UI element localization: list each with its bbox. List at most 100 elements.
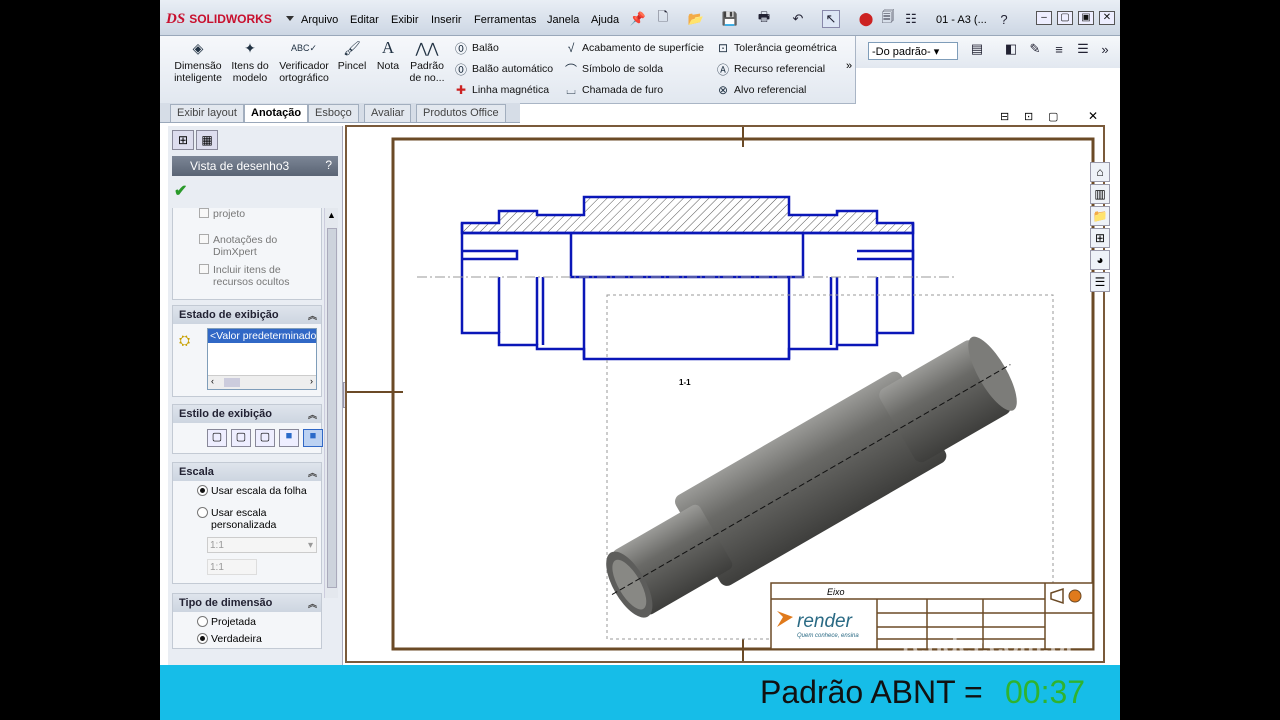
undo-icon[interactable]: ↶ <box>789 10 807 28</box>
shaded-with-edges-icon[interactable]: ■ <box>279 429 299 447</box>
brand-mark: DS <box>166 10 186 27</box>
design-library-icon[interactable]: ▥ <box>1090 184 1110 204</box>
drawing-minimize-icon[interactable]: ⊟ <box>1000 110 1009 123</box>
appearances-icon[interactable]: ◕ <box>1090 250 1110 270</box>
scale-dropdown[interactable]: 1:1 ▾ <box>207 537 317 553</box>
horizontal-scrollbar[interactable]: ‹ › <box>208 375 316 389</box>
hidden-lines-removed-icon[interactable]: ▢ <box>255 429 275 447</box>
file-explorer-icon[interactable]: 📁 <box>1090 206 1110 226</box>
tab-produtos-office[interactable]: Produtos Office <box>416 104 506 122</box>
line-color-icon[interactable]: ✎ <box>1026 40 1044 58</box>
tab-anotacao[interactable]: Anotação <box>244 104 309 122</box>
drawing-close-icon[interactable]: ✕ <box>1088 109 1098 123</box>
drawing-canvas[interactable]: 1-1 Eixo render Quem conhece, ensina <box>347 127 1103 661</box>
help-button[interactable]: ? <box>325 158 332 172</box>
auto-balloon-button[interactable]: ⓪ Balão automático <box>454 61 553 77</box>
hole-callout-button[interactable]: ⌴ Chamada de furo <box>564 82 663 98</box>
custom-properties-icon[interactable]: ☰ <box>1090 272 1110 292</box>
panel-scrollbar[interactable]: ▲ <box>324 208 338 598</box>
drawing-sheet[interactable]: 1-1 Eixo render Quem conhece, ensina <box>345 125 1105 663</box>
model-items-button[interactable]: ✦ Itens do modelo <box>226 40 274 84</box>
collapse-chevron-icon[interactable]: ︽ <box>308 309 317 322</box>
collapse-chevron-icon[interactable]: ︽ <box>308 408 317 421</box>
tab-avaliar[interactable]: Avaliar <box>364 104 412 122</box>
rebuild-icon[interactable]: ⬤ <box>857 10 875 28</box>
minimize-button[interactable]: – <box>1036 11 1052 25</box>
display-state-item[interactable]: <Valor predeterminado <box>208 329 316 343</box>
options-icon[interactable]: ☷ <box>902 10 920 28</box>
smart-dimension-button[interactable]: ◈ Dimensão inteligente <box>170 40 226 84</box>
tab-esboco[interactable]: Esboço <box>308 104 359 122</box>
radio-custom-scale[interactable]: Usar escala personalizada <box>197 507 289 531</box>
radio-projected[interactable]: Projetada <box>197 616 256 628</box>
print-icon[interactable]: 🖶 <box>755 9 773 28</box>
menu-exibir[interactable]: Exibir <box>391 14 419 26</box>
magnetic-line-button[interactable]: ✚ Linha magnética <box>454 82 549 98</box>
menu-ferramentas[interactable]: Ferramentas <box>474 14 536 26</box>
display-state-list[interactable]: <Valor predeterminado ‹ › <box>207 328 317 390</box>
shaded-view-icon[interactable]: ◧ <box>1002 40 1020 58</box>
restore-button[interactable]: ▢ <box>1057 11 1073 25</box>
solidworks-logo[interactable]: DS SOLIDWORKS <box>166 8 294 30</box>
help-icon[interactable]: ? <box>995 10 1013 28</box>
datum-feature-button[interactable]: Ⓐ Recurso referencial <box>716 61 825 77</box>
shaded-icon[interactable]: ■ <box>303 429 323 447</box>
home-icon[interactable]: ⌂ <box>1090 162 1110 182</box>
checkbox-dimxpert-annotations[interactable]: Anotações do DimXpert <box>199 234 287 258</box>
feature-tree-tab-icon[interactable]: ⊞ <box>172 130 194 150</box>
datum-target-button[interactable]: ⊗ Alvo referencial <box>716 82 806 98</box>
more-tools-icon[interactable]: » <box>1096 40 1114 58</box>
document-title: 01 - A3 (... <box>936 14 987 26</box>
weld-symbol-button[interactable]: ⌒ Símbolo de solda <box>564 61 663 77</box>
scale-header[interactable]: Escala ︽ <box>173 463 321 481</box>
scale-field[interactable]: 1:1 <box>207 559 257 575</box>
menu-arquivo[interactable]: Arquivo <box>301 14 338 26</box>
surface-finish-button[interactable]: √ Acabamento de superfície <box>564 40 704 56</box>
menu-editar[interactable]: Editar <box>350 14 379 26</box>
note-button[interactable]: A Nota <box>372 39 404 72</box>
select-icon[interactable]: ↖ <box>822 10 840 28</box>
menu-ajuda[interactable]: Ajuda <box>591 14 619 26</box>
layer-select[interactable]: -Do padrão- ▾ <box>868 42 958 60</box>
watermark: render.com.br <box>902 630 1076 660</box>
display-state-header[interactable]: Estado de exibição ︽ <box>173 306 321 324</box>
tab-exibir-layout[interactable]: Exibir layout <box>170 104 244 122</box>
logo-flyout-arrow-icon[interactable] <box>286 16 294 21</box>
new-document-icon[interactable]: 🗋 <box>654 9 672 28</box>
view-palette-icon[interactable]: ⊞ <box>1090 228 1110 248</box>
pin-icon[interactable]: 📌 <box>629 10 647 28</box>
line-thickness-icon[interactable]: ≡ <box>1050 40 1068 58</box>
collapse-chevron-icon[interactable]: ︽ <box>308 597 317 610</box>
dimension-type-header[interactable]: Tipo de dimensão ︽ <box>173 594 321 612</box>
balloon-button[interactable]: ⓪ Balão <box>454 40 499 56</box>
drawing-maximize-icon[interactable]: ▢ <box>1048 110 1058 123</box>
menu-janela[interactable]: Janela <box>547 14 579 26</box>
property-manager-tab-icon[interactable]: ▦ <box>196 130 218 150</box>
collapse-chevron-icon[interactable]: ︽ <box>308 466 317 479</box>
hidden-lines-visible-icon[interactable]: ▢ <box>231 429 251 447</box>
format-painter-button[interactable]: 🖌 Pincel <box>334 40 370 72</box>
close-button[interactable]: ✕ <box>1099 11 1115 25</box>
more-commands-chevron-icon[interactable]: » <box>846 60 852 72</box>
checkbox-hidden-feature-items[interactable]: Incluir itens de recursos ocultos <box>199 264 293 288</box>
scrollbar-thumb[interactable] <box>327 228 337 588</box>
drawing-restore-icon[interactable]: ⊡ <box>1024 110 1033 123</box>
file-properties-icon[interactable]: 🗐 <box>879 9 897 28</box>
line-style-icon[interactable]: ☰ <box>1074 40 1092 58</box>
layer-properties-icon[interactable]: ▤ <box>968 40 986 58</box>
wireframe-icon[interactable]: ▢ <box>207 429 227 447</box>
property-manager-title: Vista de desenho3 ? <box>172 156 338 176</box>
linear-pattern-button[interactable]: ⋀⋀ Padrão de no... <box>404 40 450 84</box>
window-list-button[interactable]: ▣ <box>1078 11 1094 25</box>
menu-inserir[interactable]: Inserir <box>431 14 462 26</box>
save-icon[interactable]: 💾 <box>721 10 739 28</box>
checkbox-projeto[interactable]: projeto <box>199 208 245 220</box>
display-style-header[interactable]: Estilo de exibição ︽ <box>173 405 321 423</box>
geometric-tolerance-button[interactable]: ⊡ Tolerância geométrica <box>716 40 837 56</box>
radio-sheet-scale[interactable]: Usar escala da folha <box>197 485 307 497</box>
radio-true[interactable]: Verdadeira <box>197 633 262 645</box>
ok-check-icon[interactable]: ✔ <box>174 181 187 201</box>
video-overlay-bar: Padrão ABNT = 00:37 <box>160 665 1120 720</box>
spell-check-button[interactable]: ABC✓ Verificador ortográfico <box>274 40 334 84</box>
open-icon[interactable]: 📂 <box>687 10 705 28</box>
